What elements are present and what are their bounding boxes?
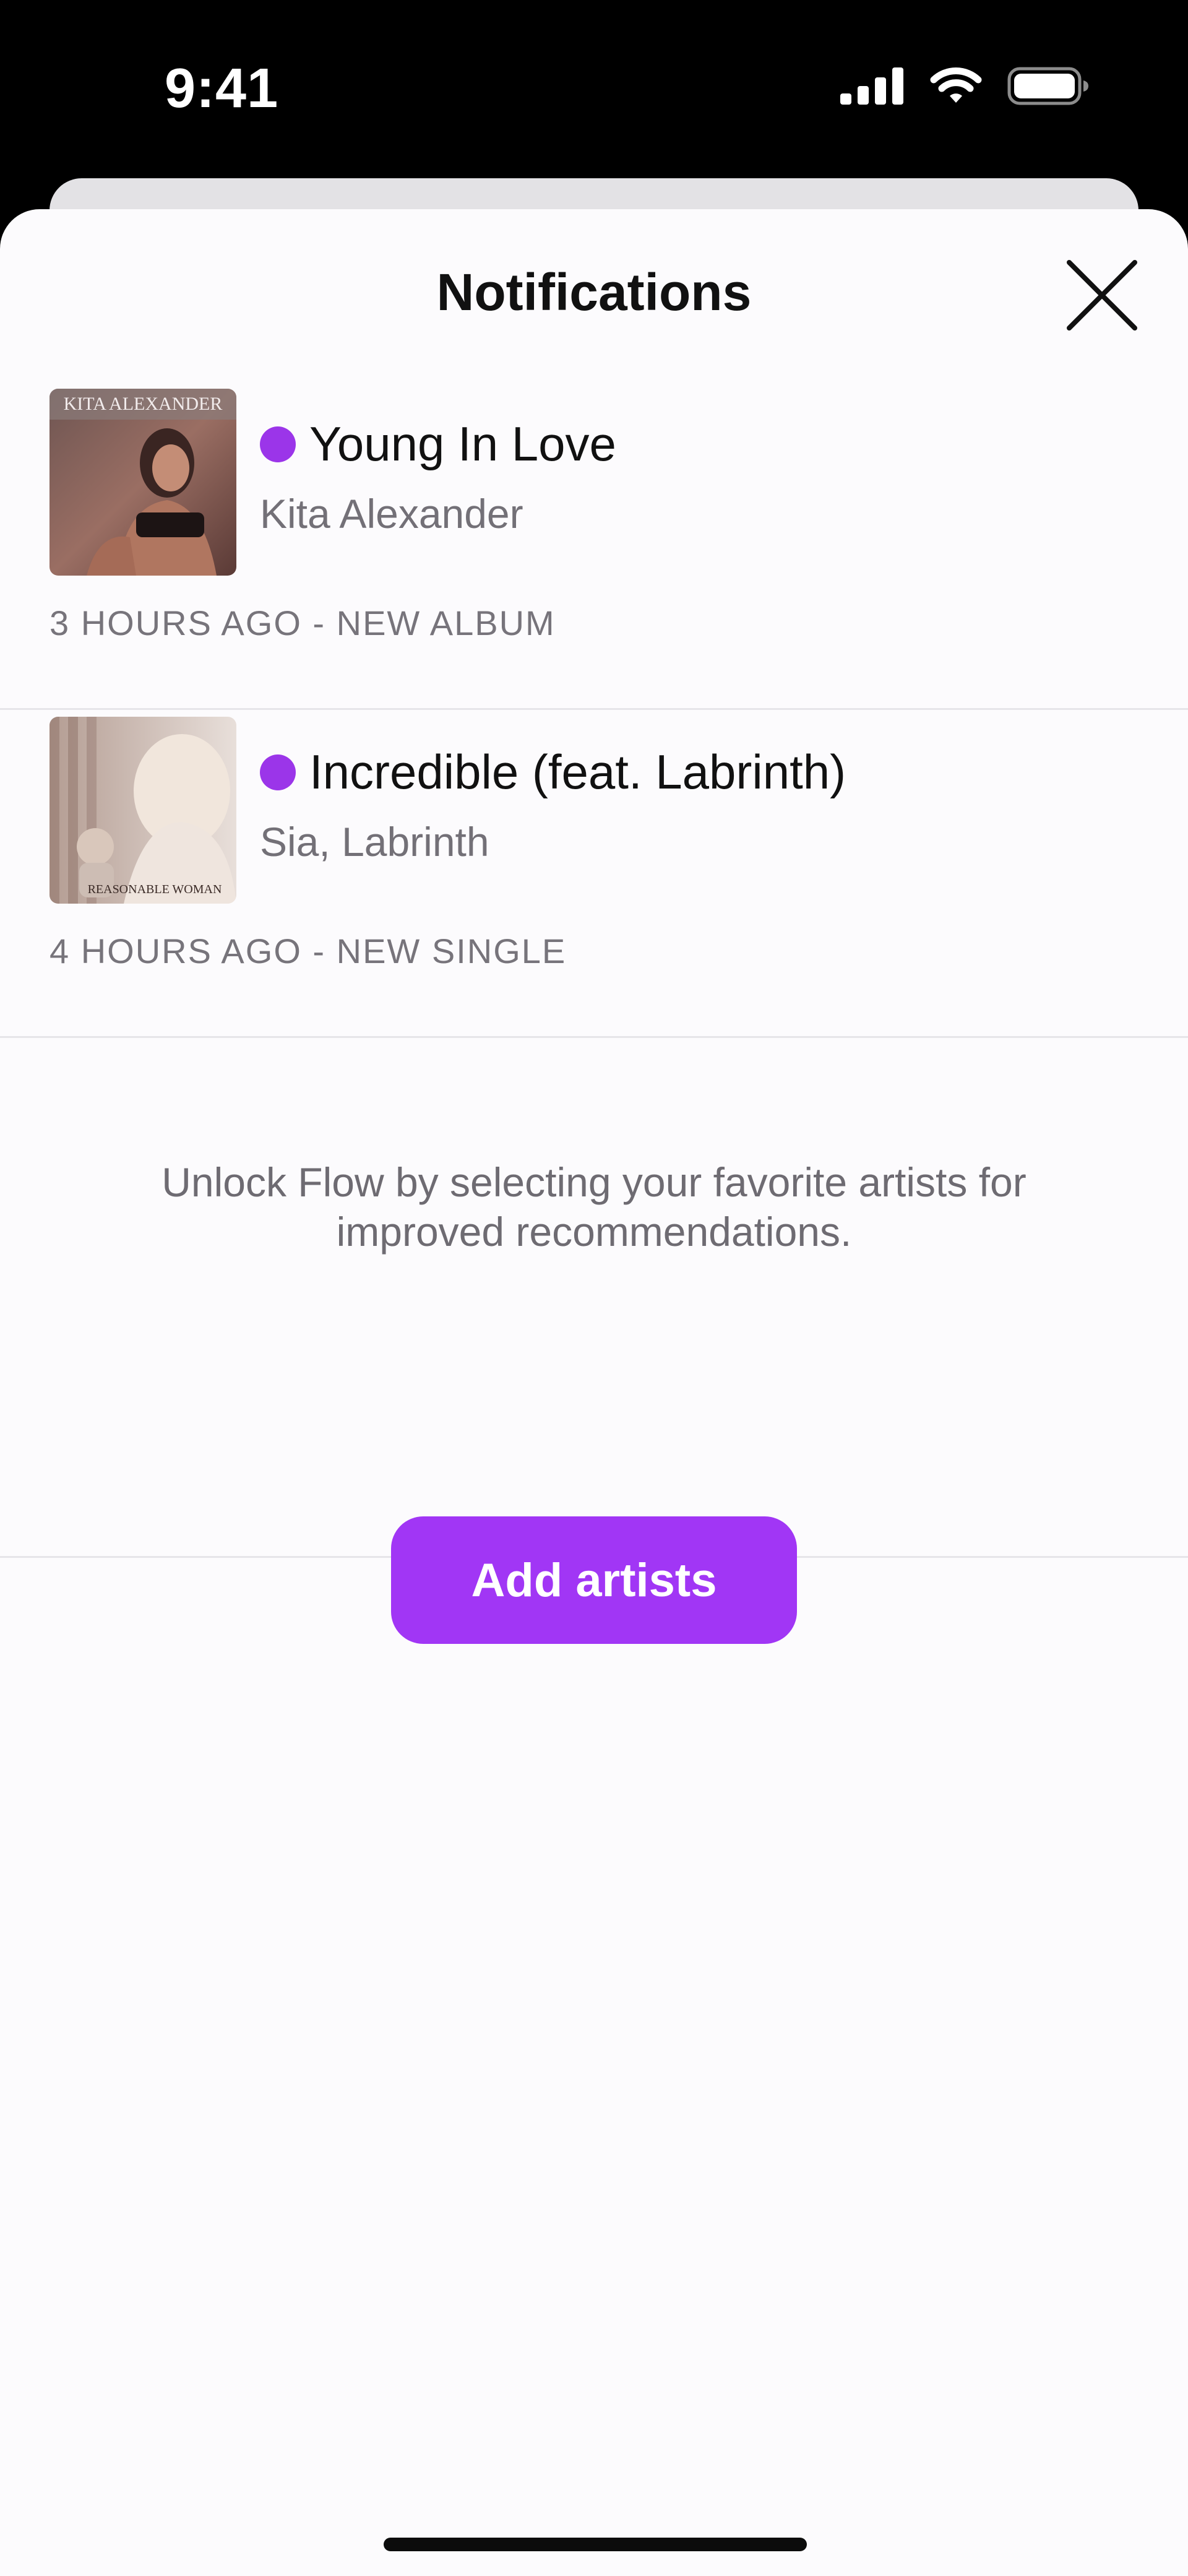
album-artwork: KITA ALEXANDER [50,389,236,576]
add-artists-promo: Unlock Flow by selecting your favorite a… [0,1036,1188,1644]
status-icons [840,67,1089,105]
album-artwork-text: KITA ALEXANDER [64,394,223,414]
notification-artist: Sia, Labrinth [260,819,489,865]
notification-artist: Kita Alexander [260,491,523,537]
notification-meta: 4 HOURS AGO - NEW SINGLE [50,931,567,970]
notification-item[interactable]: REASONABLE WOMAN Incredible (feat. Labri… [0,708,1188,1038]
battery-icon [1007,67,1088,105]
album-artwork-text: REASONABLE WOMAN [88,883,222,896]
unread-indicator [260,426,296,462]
notification-meta: 3 HOURS AGO - NEW ALBUM [50,603,556,642]
notifications-screen: 9:41 Notifications KITA ALEXANDER Young … [0,0,1188,2576]
notification-title: Young In Love [309,417,616,471]
cellular-signal-icon [840,67,903,105]
notification-title-row: Incredible (feat. Labrinth) [260,744,846,800]
close-button[interactable] [1062,255,1142,335]
notification-item[interactable]: KITA ALEXANDER Young In Love Kita Alexan… [0,380,1188,710]
notification-title: Incredible (feat. Labrinth) [309,745,846,799]
close-icon [1067,260,1137,331]
album-artwork: REASONABLE WOMAN [50,717,236,904]
notification-title-row: Young In Love [260,416,616,472]
sheet-header: Notifications [0,209,1188,376]
page-title: Notifications [436,263,752,321]
promo-text: Unlock Flow by selecting your favorite a… [161,1159,1027,1255]
status-bar: 9:41 [0,0,1188,173]
status-time: 9:41 [165,58,279,119]
wifi-icon [930,67,982,103]
add-artists-button[interactable]: Add artists [391,1516,797,1644]
unread-indicator [260,754,296,790]
notifications-sheet: Notifications KITA ALEXANDER Young In Lo… [0,209,1188,2576]
home-indicator[interactable] [384,2538,807,2551]
